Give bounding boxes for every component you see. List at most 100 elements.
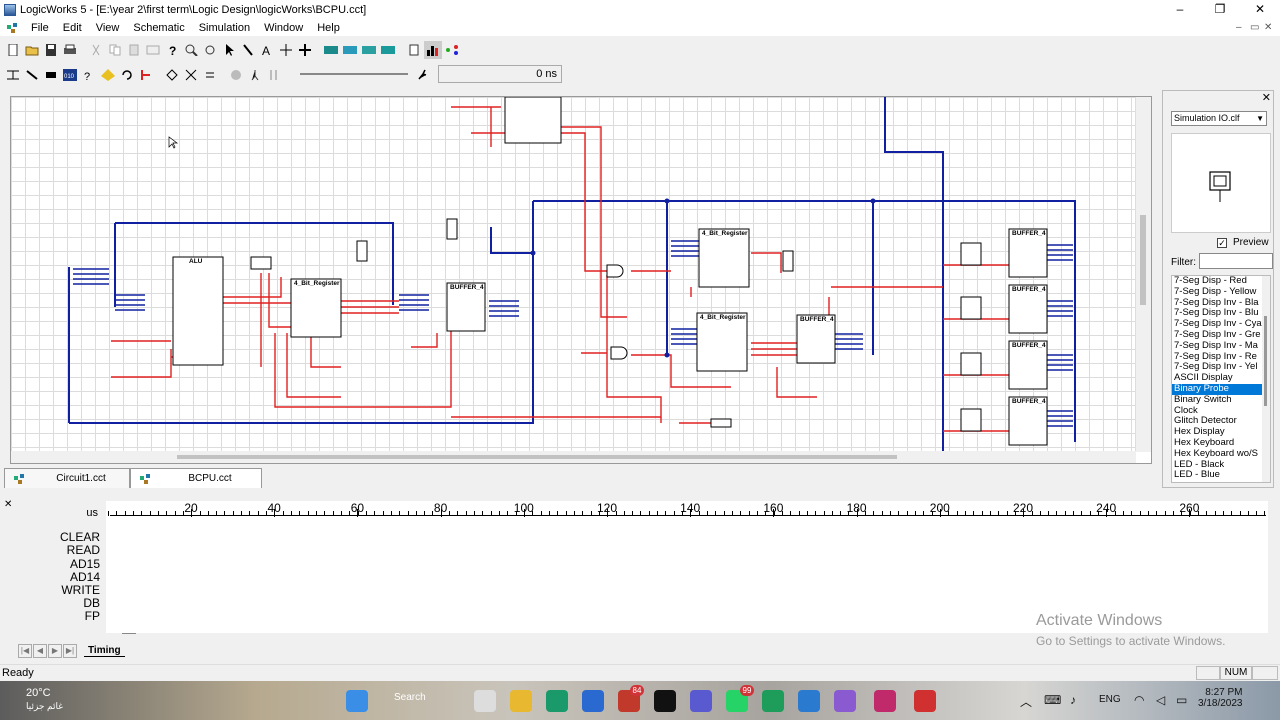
- zoom-icon[interactable]: [182, 41, 200, 59]
- part-item[interactable]: 7-Seg Disp - Red: [1172, 276, 1270, 287]
- clone-icon[interactable]: [144, 41, 162, 59]
- signal-ad15[interactable]: AD15: [70, 557, 100, 571]
- task-view-icon[interactable]: [474, 690, 496, 712]
- walk-icon[interactable]: [246, 66, 264, 84]
- part-item[interactable]: Hex Display: [1172, 427, 1270, 438]
- timing-window-icon[interactable]: [341, 41, 359, 59]
- language-indicator[interactable]: ENG: [1099, 694, 1121, 705]
- add-part-icon[interactable]: [296, 41, 314, 59]
- volume-icon[interactable]: ◁: [1156, 693, 1165, 707]
- part-item[interactable]: 7-Seg Disp - Yellow: [1172, 287, 1270, 298]
- chevron-up-icon[interactable]: ︿: [1020, 693, 1032, 710]
- signal-write[interactable]: WRITE: [61, 583, 100, 597]
- mdi-minimize-button[interactable]: –: [1236, 19, 1242, 36]
- print-icon[interactable]: [61, 41, 79, 59]
- part-item[interactable]: LED - Blue: [1172, 470, 1270, 481]
- part-item[interactable]: 7-Seg Disp Inv - Yel: [1172, 362, 1270, 373]
- store-icon[interactable]: [582, 690, 604, 712]
- library-select[interactable]: Simulation IO.clf ▼: [1171, 111, 1267, 126]
- schematic-tool-icon[interactable]: [4, 66, 22, 84]
- microphone-icon[interactable]: ♪: [1070, 693, 1076, 707]
- filter-input[interactable]: [1199, 253, 1273, 269]
- stamp-icon[interactable]: [42, 66, 60, 84]
- simulator-window-icon[interactable]: [360, 41, 378, 59]
- menu-edit[interactable]: Edit: [56, 22, 89, 34]
- start-windows-icon[interactable]: [346, 690, 368, 712]
- close-icon[interactable]: ✕: [4, 499, 12, 510]
- save-icon[interactable]: [42, 41, 60, 59]
- netflix-icon[interactable]: [654, 690, 676, 712]
- part-item[interactable]: LED - Black: [1172, 460, 1270, 471]
- menu-view[interactable]: View: [89, 22, 127, 34]
- signal-fp[interactable]: FP: [85, 609, 100, 623]
- draw-wire-icon[interactable]: [239, 41, 257, 59]
- close-button[interactable]: ✕: [1240, 0, 1280, 19]
- histogram-icon[interactable]: [424, 40, 442, 59]
- paste-icon[interactable]: [125, 41, 143, 59]
- run-fast-icon[interactable]: [265, 66, 283, 84]
- document-menu-icon[interactable]: [6, 22, 18, 34]
- teams-icon[interactable]: [690, 690, 712, 712]
- part-item[interactable]: 7-Seg Disp Inv - Cya: [1172, 319, 1270, 330]
- simulation-speed-slider[interactable]: [300, 73, 408, 75]
- first-tab-icon[interactable]: |◀: [18, 644, 32, 658]
- probe-tool-icon[interactable]: [23, 66, 41, 84]
- parts-palette-icon[interactable]: [322, 41, 340, 59]
- menu-window[interactable]: Window: [257, 22, 310, 34]
- logicworks-taskbar-icon[interactable]: [874, 690, 896, 712]
- schematic-canvas[interactable]: ALU 4_Bit_Register BUFFER_4 4_Bit_Regist…: [10, 96, 1152, 464]
- parts-list[interactable]: 7-Seg Disp - Red 7-Seg Disp - Yellow 7-S…: [1171, 275, 1271, 483]
- x-icon[interactable]: [182, 66, 200, 84]
- reset-icon[interactable]: [137, 66, 155, 84]
- crosshair-icon[interactable]: [277, 41, 295, 59]
- last-tab-icon[interactable]: ▶|: [63, 644, 77, 658]
- wifi-icon[interactable]: ◠: [1134, 693, 1144, 707]
- minimize-button[interactable]: –: [1160, 0, 1200, 19]
- step-icon[interactable]: [99, 66, 117, 84]
- keyboard-icon[interactable]: ⌨: [1044, 693, 1061, 707]
- vscode-icon[interactable]: [798, 690, 820, 712]
- part-item-selected[interactable]: Binary Probe: [1172, 383, 1270, 395]
- weather-widget[interactable]: 20°C غائم جزئيا: [26, 687, 63, 712]
- parts-list-scrollbar[interactable]: [1262, 276, 1270, 482]
- part-item[interactable]: 7-Seg Disp Inv - Gre: [1172, 330, 1270, 341]
- tab-timing[interactable]: Timing: [84, 645, 125, 657]
- run-icon[interactable]: ?: [80, 66, 98, 84]
- maximize-button[interactable]: ❐: [1200, 0, 1240, 19]
- copy-icon[interactable]: [106, 41, 124, 59]
- attribute-window-icon[interactable]: [379, 41, 397, 59]
- part-item[interactable]: 7-Seg Disp Inv - Blu: [1172, 308, 1270, 319]
- part-item[interactable]: Clock: [1172, 406, 1270, 417]
- battery-icon[interactable]: ▭: [1176, 693, 1187, 707]
- network-icon[interactable]: [443, 41, 461, 59]
- canvas-vertical-scrollbar[interactable]: [1135, 97, 1151, 452]
- pointer-icon[interactable]: [220, 41, 238, 59]
- search-button[interactable]: Search: [394, 692, 426, 703]
- undo-icon[interactable]: [118, 66, 136, 84]
- part-item[interactable]: Binary Switch: [1172, 395, 1270, 406]
- menu-simulation[interactable]: Simulation: [192, 22, 257, 34]
- edge-browser-icon[interactable]: [546, 690, 568, 712]
- mdi-restore-button[interactable]: ▭: [1250, 19, 1259, 36]
- circuit-drawing[interactable]: ALU 4_Bit_Register BUFFER_4 4_Bit_Regist…: [11, 97, 1136, 452]
- zoom-fit-icon[interactable]: [201, 41, 219, 59]
- text-icon[interactable]: A: [258, 41, 276, 59]
- menu-file[interactable]: File: [24, 22, 56, 34]
- file-explorer-icon[interactable]: [510, 690, 532, 712]
- equals-icon[interactable]: [201, 66, 219, 84]
- part-item[interactable]: Hex Keyboard: [1172, 438, 1270, 449]
- part-item[interactable]: 7-Seg Disp Inv - Ma: [1172, 341, 1270, 352]
- next-tab-icon[interactable]: ▶: [48, 644, 62, 658]
- close-icon[interactable]: ✕: [1262, 91, 1271, 104]
- app-icon[interactable]: [914, 690, 936, 712]
- splitter-handle[interactable]: [122, 633, 136, 634]
- binary-010-icon[interactable]: 010: [61, 66, 79, 84]
- menu-help[interactable]: Help: [310, 22, 347, 34]
- new-icon[interactable]: [4, 41, 22, 59]
- signal-read[interactable]: READ: [67, 543, 100, 557]
- chat-app-icon[interactable]: [762, 690, 784, 712]
- part-item[interactable]: Hex Keyboard wo/S: [1172, 449, 1270, 460]
- part-item[interactable]: 7-Seg Disp Inv - Bla: [1172, 298, 1270, 309]
- system-clock[interactable]: 8:27 PM 3/18/2023: [1198, 687, 1243, 709]
- signal-db[interactable]: DB: [83, 596, 100, 610]
